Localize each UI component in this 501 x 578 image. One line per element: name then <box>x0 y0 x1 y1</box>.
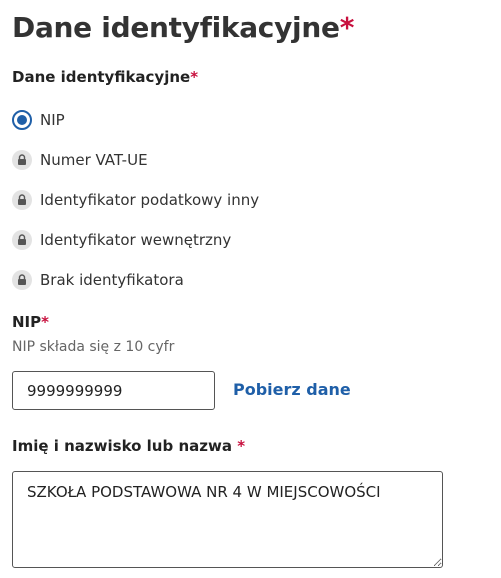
name-textarea[interactable]: SZKOŁA PODSTAWOWA NR 4 W MIEJSCOWOŚCI <box>12 471 443 568</box>
nip-hint: NIP składa się z 10 cyfr <box>12 339 175 355</box>
option-brak-identyfikatora[interactable]: Brak identyfikatora <box>12 260 412 300</box>
lock-icon <box>12 150 32 170</box>
nip-input[interactable] <box>12 371 215 410</box>
required-asterisk: * <box>237 437 246 455</box>
nip-label: NIP* <box>12 313 49 331</box>
radio-dot <box>17 115 27 125</box>
fetch-data-link[interactable]: Pobierz dane <box>233 380 351 399</box>
option-label: NIP <box>40 111 65 129</box>
option-identyfikator-podatkowy-inny[interactable]: Identyfikator podatkowy inny <box>12 180 412 220</box>
required-asterisk: * <box>339 11 355 44</box>
required-asterisk: * <box>41 313 49 331</box>
option-label: Identyfikator wewnętrzny <box>40 231 232 249</box>
option-identyfikator-wewnetrzny[interactable]: Identyfikator wewnętrzny <box>12 220 412 260</box>
identification-options: NIP Numer VAT-UE Identyfikator podatkowy… <box>12 100 412 300</box>
nip-label-text: NIP <box>12 313 42 331</box>
identification-group-label: Dane identyfikacyjne* <box>12 68 198 86</box>
identification-label-text: Dane identyfikacyjne <box>12 68 191 86</box>
page-title: Dane identyfikacyjne* <box>12 8 354 48</box>
option-label: Numer VAT-UE <box>40 151 148 169</box>
option-label: Brak identyfikatora <box>40 271 184 289</box>
name-label-text: Imię i nazwisko lub nazwa <box>12 437 232 455</box>
lock-icon <box>12 190 32 210</box>
option-nip[interactable]: NIP <box>12 100 412 140</box>
radio-selected-icon[interactable] <box>12 110 32 130</box>
name-label: Imię i nazwisko lub nazwa * <box>12 437 245 455</box>
page-title-text: Dane identyfikacyjne <box>12 11 340 44</box>
option-numer-vat-ue[interactable]: Numer VAT-UE <box>12 140 412 180</box>
option-label: Identyfikator podatkowy inny <box>40 191 260 209</box>
lock-icon <box>12 270 32 290</box>
lock-icon <box>12 230 32 250</box>
required-asterisk: * <box>190 68 199 86</box>
